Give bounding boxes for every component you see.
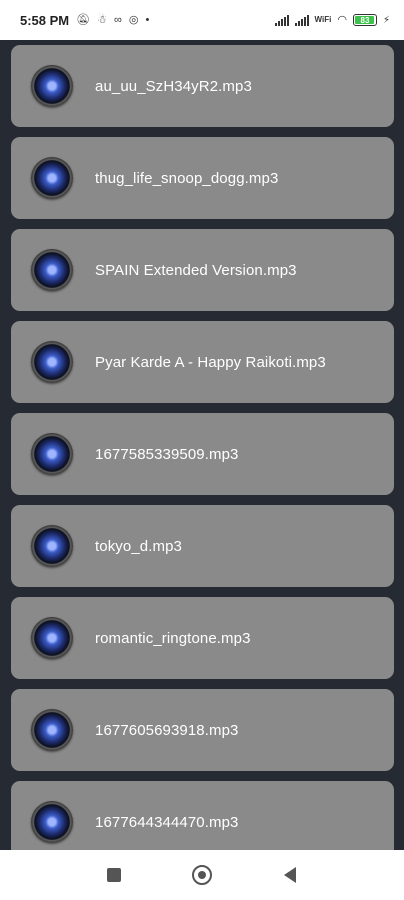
navigation-bar	[0, 850, 404, 900]
square-icon	[107, 868, 121, 882]
song-name: SPAIN Extended Version.mp3	[95, 261, 297, 279]
home-button[interactable]	[187, 860, 217, 890]
song-name: Pyar Karde A - Happy Raikoti.mp3	[95, 353, 326, 371]
battery-level: 83	[360, 15, 370, 25]
song-item[interactable]: Pyar Karde A - Happy Raikoti.mp3	[11, 321, 394, 403]
song-name: romantic_ringtone.mp3	[95, 629, 251, 647]
status-left: 5:58 PM 🔕︎ ☃︎ ∞ ◎ •	[20, 13, 149, 28]
song-item[interactable]: thug_life_snoop_dogg.mp3	[11, 137, 394, 219]
song-name: 1677644344470.mp3	[95, 813, 239, 831]
recents-button[interactable]	[99, 860, 129, 890]
speaker-icon	[31, 525, 73, 567]
signal-icon	[274, 14, 289, 26]
song-item[interactable]: au_uu_SzH34yR2.mp3	[11, 45, 394, 127]
battery-icon: 83	[352, 14, 377, 26]
song-name: 1677605693918.mp3	[95, 721, 239, 739]
speaker-icon	[31, 249, 73, 291]
song-item[interactable]: tokyo_d.mp3	[11, 505, 394, 587]
triangle-back-icon	[284, 867, 296, 883]
dot-icon: •	[145, 13, 150, 26]
status-right: WiFi ◠ 83 ⚡︎	[274, 13, 390, 26]
song-name: au_uu_SzH34yR2.mp3	[95, 77, 252, 95]
status-time: 5:58 PM	[20, 12, 70, 28]
charging-icon: ⚡︎	[382, 14, 390, 26]
speaker-icon	[31, 433, 73, 475]
song-list[interactable]: au_uu_SzH34yR2.mp3 thug_life_snoop_dogg.m…	[0, 40, 404, 850]
status-bar: 5:58 PM 🔕︎ ☃︎ ∞ ◎ • WiFi ◠ 83 ⚡︎	[0, 0, 404, 40]
sync-icon: ◎	[128, 13, 139, 26]
song-item[interactable]: 1677585339509.mp3	[11, 413, 394, 495]
song-name: thug_life_snoop_dogg.mp3	[95, 169, 279, 187]
song-item[interactable]: 1677605693918.mp3	[11, 689, 394, 771]
speaker-icon	[31, 157, 73, 199]
song-name: tokyo_d.mp3	[95, 537, 182, 555]
wifi-signal-icon: ◠	[337, 13, 347, 26]
back-button[interactable]	[275, 860, 305, 890]
speaker-icon	[31, 617, 73, 659]
muted-alarm-icon: 🔕︎	[76, 13, 91, 26]
speaker-icon	[31, 801, 73, 843]
speaker-icon	[31, 709, 73, 751]
wifi-icon: WiFi	[314, 15, 332, 24]
song-item[interactable]: SPAIN Extended Version.mp3	[11, 229, 394, 311]
data-icon: ∞	[113, 13, 122, 26]
speaker-icon	[31, 341, 73, 383]
speaker-icon	[31, 65, 73, 107]
circle-icon	[192, 865, 212, 885]
song-item[interactable]: 1677644344470.mp3	[11, 781, 394, 850]
notification-icon: ☃︎	[97, 13, 107, 26]
signal-icon-2	[294, 14, 309, 26]
song-item[interactable]: romantic_ringtone.mp3	[11, 597, 394, 679]
song-name: 1677585339509.mp3	[95, 445, 239, 463]
